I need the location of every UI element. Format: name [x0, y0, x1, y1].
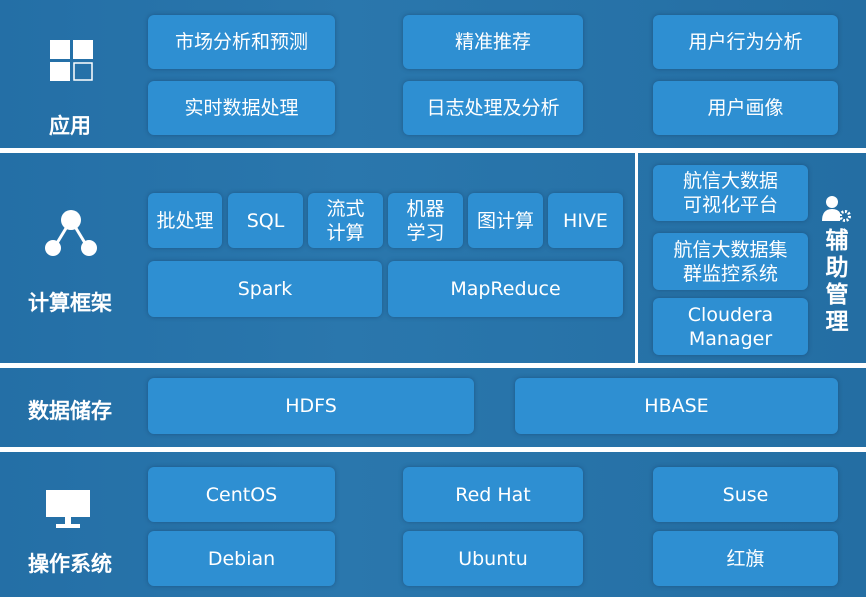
os-item: Ubuntu [403, 531, 583, 586]
app-item: 用户行为分析 [653, 15, 838, 69]
management-label: 辅助管理 [825, 228, 849, 335]
management-item: 航信大数据集 群监控系统 [653, 233, 808, 290]
compute-item: 图计算 [468, 193, 543, 248]
compute-engine: MapReduce [388, 261, 623, 317]
grid-icon [50, 40, 93, 81]
os-item: CentOS [148, 467, 335, 522]
compute-item: HIVE [548, 193, 623, 248]
os-item: 红旗 [653, 531, 838, 586]
compute-engine: Spark [148, 261, 382, 317]
storage-item: HDFS [148, 378, 474, 434]
management-item: 航信大数据 可视化平台 [653, 165, 808, 221]
os-item: Red Hat [403, 467, 583, 522]
compute-item: 机器 学习 [388, 193, 463, 248]
app-item: 精准推荐 [403, 15, 583, 69]
app-item: 日志处理及分析 [403, 81, 583, 135]
storage-item: HBASE [515, 378, 838, 434]
management-item: Cloudera Manager [653, 298, 808, 355]
monitor-icon [46, 490, 90, 528]
network-nodes-icon [45, 210, 97, 256]
os-item: Suse [653, 467, 838, 522]
compute-item: 批处理 [148, 193, 222, 248]
compute-label: 计算框架 [28, 291, 112, 315]
os-label: 操作系统 [28, 552, 112, 576]
compute-item: SQL [228, 193, 303, 248]
compute-item: 流式 计算 [308, 193, 383, 248]
app-item: 实时数据处理 [148, 81, 335, 135]
vertical-divider [635, 153, 638, 363]
app-item: 用户画像 [653, 81, 838, 135]
os-item: Debian [148, 531, 335, 586]
storage-label: 数据储存 [28, 399, 112, 423]
user-gear-icon [822, 196, 851, 222]
app-item: 市场分析和预测 [148, 15, 335, 69]
application-label: 应用 [49, 114, 91, 138]
